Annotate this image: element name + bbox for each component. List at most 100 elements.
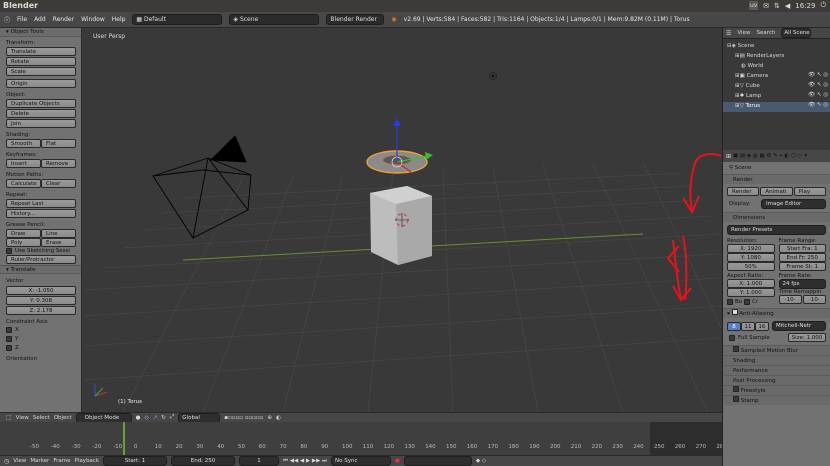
vector-x-field[interactable]: X: -1.050	[6, 286, 76, 295]
performance-panel[interactable]: Performance	[723, 365, 830, 375]
remove-keyframe-button[interactable]: Remove	[41, 159, 76, 168]
duplicate-objects-button[interactable]: Duplicate Objects	[6, 99, 76, 108]
manipulator-scale-icon[interactable]: ⤢	[170, 414, 174, 421]
fps-select[interactable]: 24 fps	[778, 279, 826, 289]
editor-type-icon[interactable]: ⓘ	[4, 15, 10, 24]
constraint-y-checkbox[interactable]	[6, 336, 12, 342]
display-mode-select[interactable]: All Scenes	[781, 28, 812, 38]
scale-button[interactable]: Scale	[6, 67, 76, 76]
vp-menu-view[interactable]: View	[16, 415, 29, 421]
record-icon[interactable]: ●	[395, 458, 400, 464]
keyboard-lang-icon[interactable]: uv	[749, 1, 759, 10]
origin-button[interactable]: Origin	[6, 79, 76, 88]
aspect-y-field[interactable]: Y: 1.000	[727, 288, 775, 297]
outliner-item-lamp[interactable]: ⊞✹ Lamp 👁 ↖ ◎	[723, 92, 830, 102]
playback-controls-icon[interactable]: ⏮ ◀◀ ◀ ▶ ▶▶ ⏭	[283, 458, 327, 465]
render-preview-icon[interactable]: ◐	[276, 415, 281, 421]
lamp-object[interactable]	[489, 72, 497, 80]
vector-y-field[interactable]: Y: 0.308	[6, 296, 76, 305]
poly-button[interactable]: Poly	[6, 238, 41, 247]
shading-mode-icon[interactable]: ●	[136, 415, 141, 421]
editor-type-3d-icon[interactable]: ⬚	[6, 414, 12, 421]
vp-menu-object[interactable]: Object	[54, 415, 72, 421]
aa-sample-11[interactable]: 11	[741, 321, 755, 331]
envelope-icon[interactable]: ✉	[763, 2, 769, 10]
constraint-x-checkbox[interactable]	[6, 327, 12, 333]
menu-file[interactable]: File	[17, 16, 27, 23]
transform-orientation-select[interactable]: Global	[178, 412, 221, 423]
end-frame-field[interactable]: End: 250	[171, 456, 236, 466]
aa-filter-select[interactable]: Mitchell-Netr	[772, 321, 826, 331]
stamp-panel[interactable]: Stamp	[723, 395, 830, 405]
menu-add[interactable]: Add	[34, 16, 46, 23]
keyframe-insert-icon[interactable]: ◆ ◇	[476, 458, 486, 464]
tl-menu-frame[interactable]: Frame	[53, 458, 70, 464]
sketching-checkbox[interactable]	[6, 248, 12, 254]
dimensions-panel-header[interactable]: Dimensions	[723, 212, 830, 222]
outliner-item-camera[interactable]: ⊞▣ Camera 👁 ↖ ◎	[723, 72, 830, 82]
tl-menu-view[interactable]: View	[13, 458, 26, 464]
snap-icon[interactable]: ⊕	[267, 415, 272, 421]
clock[interactable]: 16:29	[795, 2, 815, 10]
cube-object[interactable]	[370, 186, 432, 265]
aspect-x-field[interactable]: X: 1.000	[727, 279, 775, 288]
power-icon[interactable]: ⏻	[820, 1, 826, 10]
manipulator-rotate-icon[interactable]: ↻	[161, 415, 166, 421]
3d-viewport[interactable]: User Persp (1) Torus	[83, 28, 721, 412]
start-frame-field[interactable]: Start: 1	[103, 456, 168, 466]
outliner-item-torus[interactable]: ⊞▽ Torus 👁 ↖ ◎	[723, 102, 830, 112]
freestyle-checkbox[interactable]	[733, 386, 739, 392]
border-checkbox[interactable]	[727, 299, 733, 305]
visibility-icons[interactable]: 👁 ↖ ◎	[808, 92, 828, 98]
clear-button[interactable]: Clear	[41, 179, 76, 188]
calculate-button[interactable]: Calculate	[6, 179, 41, 188]
resolution-percent-field[interactable]: 50%	[727, 262, 775, 271]
editor-type-outliner-icon[interactable]: ☰	[726, 30, 731, 37]
repeat-last-button[interactable]: Repeat Last	[6, 199, 76, 208]
join-button[interactable]: Join	[6, 119, 76, 128]
visibility-icons[interactable]: 👁 ↖ ◎	[808, 82, 828, 88]
current-frame-field[interactable]: 1	[239, 456, 280, 466]
resolution-y-field[interactable]: Y: 1080	[727, 253, 775, 262]
visibility-icons[interactable]: 👁 ↖ ◎	[808, 102, 828, 108]
vp-menu-select[interactable]: Select	[33, 415, 50, 421]
vector-z-field[interactable]: Z: 2.178	[6, 306, 76, 315]
end-frame-field[interactable]: End Fr: 250	[778, 253, 826, 262]
draw-button[interactable]: Draw	[6, 229, 41, 238]
timeline[interactable]: -50 -40 -30 -20 -10 0 10 20 30 40 50 60 70 80 90 100 110…	[0, 422, 722, 455]
context-tabs[interactable]: ▣ ▤ ◈ ◍ ▦ ⚙ ✎ ⌖ ◐ ⬡ ◇ ✦	[733, 153, 808, 160]
layer-buttons[interactable]: ▪▫▫▫▫ ▫▫▫▫▫	[224, 415, 263, 421]
menu-window[interactable]: Window	[81, 16, 105, 23]
outliner-item-cube[interactable]: ⊞▽ Cube 👁 ↖ ◎	[723, 82, 830, 92]
history-button[interactable]: History...	[6, 209, 76, 218]
animation-button[interactable]: Animati	[760, 187, 793, 196]
editor-type-timeline-icon[interactable]: ◷	[4, 458, 9, 465]
outliner-item-world[interactable]: ◍ World	[723, 62, 830, 72]
erase-button[interactable]: Erase	[41, 238, 76, 247]
rotate-button[interactable]: Rotate	[6, 57, 76, 66]
smooth-button[interactable]: Smooth	[6, 139, 41, 148]
mode-select[interactable]: Object Mode	[75, 412, 132, 423]
frame-step-field[interactable]: Frame St: 1	[778, 262, 826, 271]
post-processing-panel[interactable]: Post Processing	[723, 375, 830, 385]
menu-help[interactable]: Help	[112, 16, 126, 23]
anti-aliasing-checkbox[interactable]	[731, 309, 738, 315]
pivot-icon[interactable]: ◇	[144, 415, 148, 421]
display-select[interactable]: Image Editor	[761, 199, 826, 209]
tl-menu-marker[interactable]: Marker	[30, 458, 49, 464]
camera-object[interactable]	[152, 135, 252, 239]
scene-selector[interactable]: ◈ Scene	[229, 14, 320, 25]
render-engine-select[interactable]: Blender Render	[326, 14, 385, 25]
motion-blur-panel[interactable]: Sampled Motion Blur	[723, 345, 830, 355]
editor-type-properties-icon[interactable]: ⊞	[726, 153, 731, 160]
menu-render[interactable]: Render	[53, 16, 74, 23]
aa-sample-8[interactable]: 8	[727, 321, 741, 331]
stamp-checkbox[interactable]	[733, 396, 739, 402]
layout-selector[interactable]: ▦ Default	[132, 14, 223, 25]
motion-blur-checkbox[interactable]	[733, 346, 739, 352]
object-tools-header[interactable]: ▾ Object Tools	[0, 28, 81, 37]
network-icon[interactable]: ⇅	[774, 2, 780, 10]
constraint-z-checkbox[interactable]	[6, 345, 12, 351]
translate-operator-header[interactable]: ▾ Translate	[0, 265, 81, 274]
scene-canvas[interactable]	[83, 28, 721, 412]
